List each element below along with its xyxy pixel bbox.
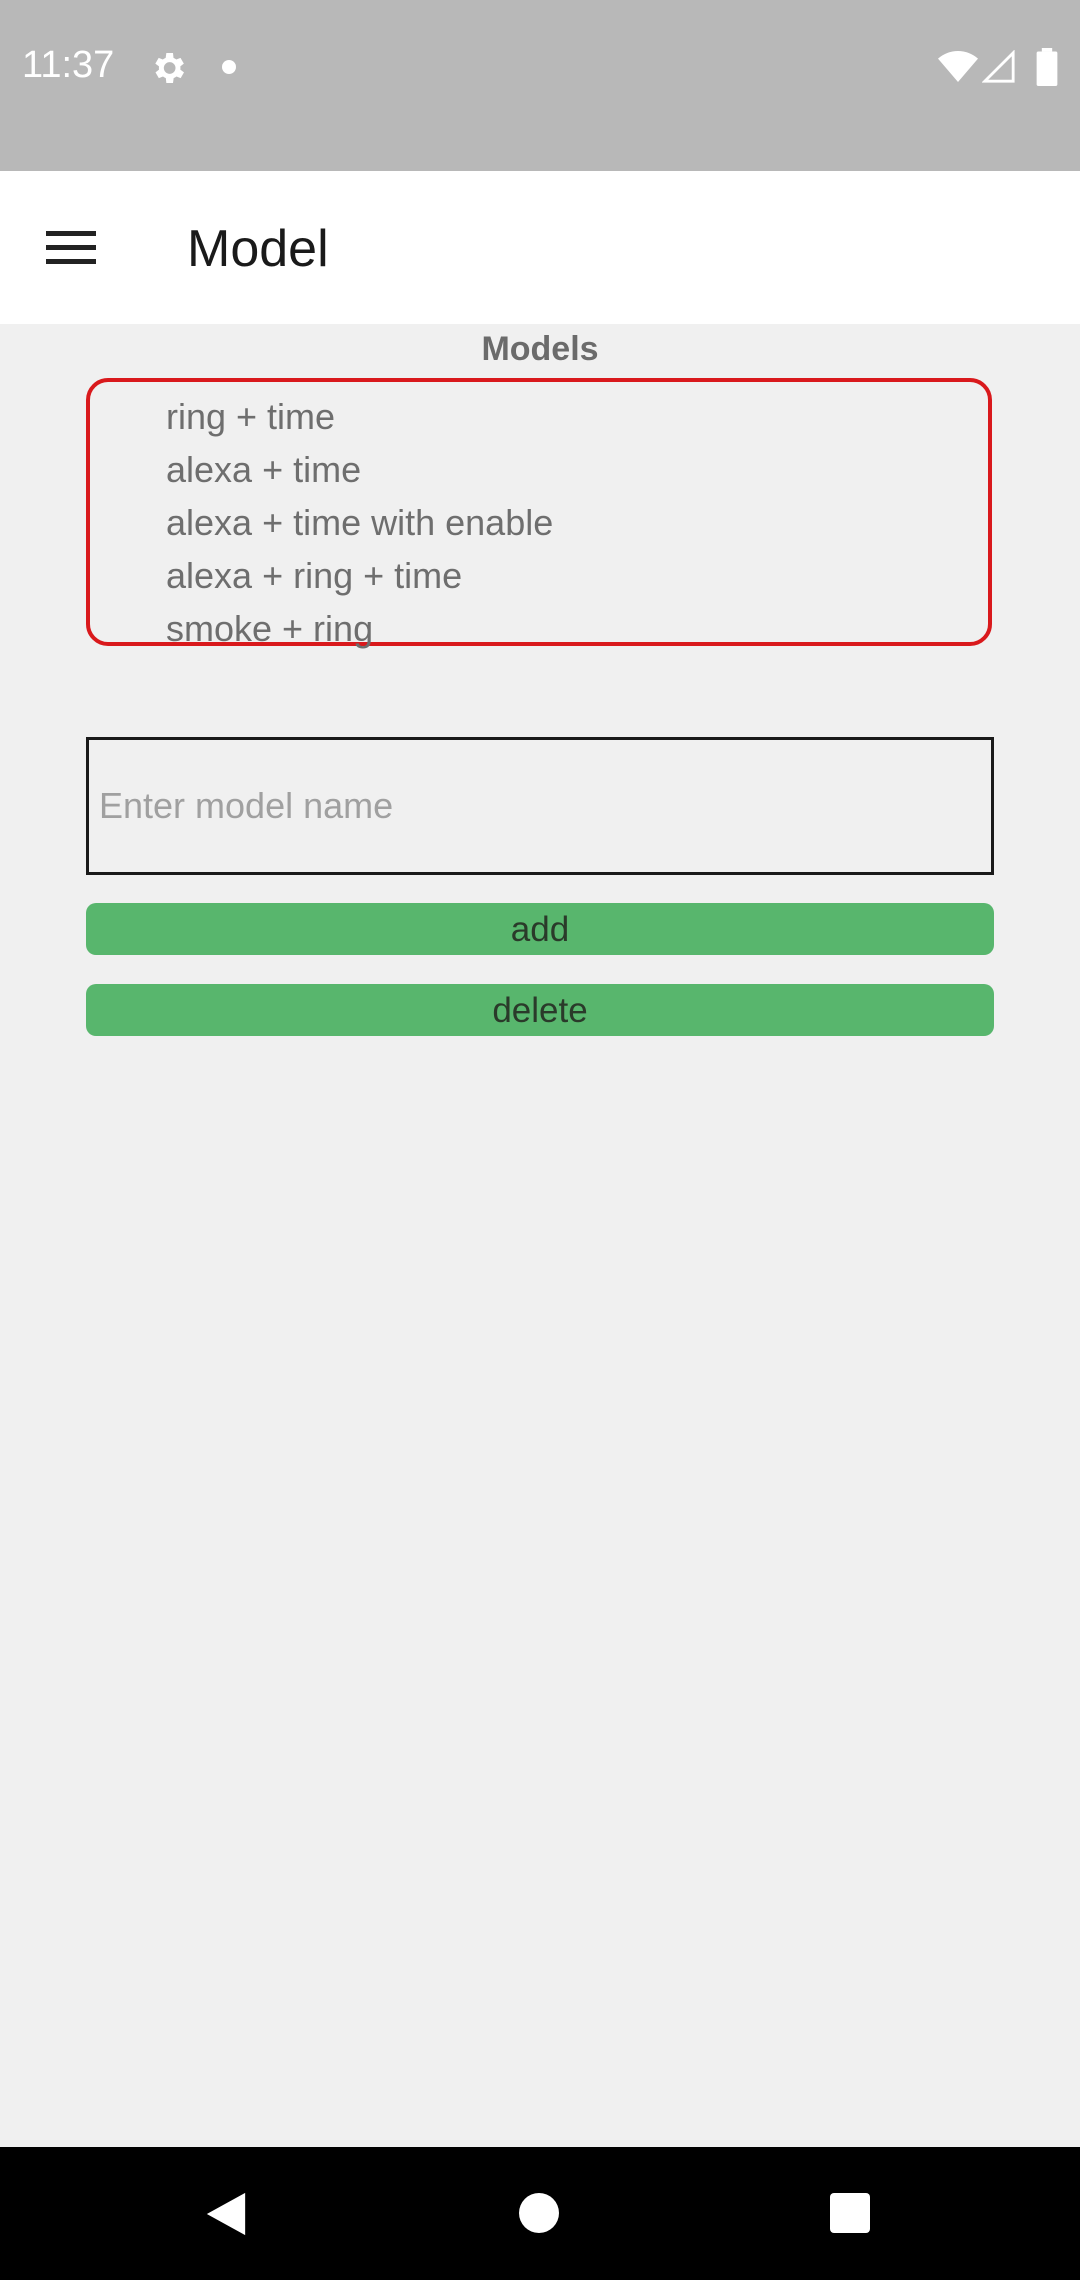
hamburger-menu-icon[interactable]	[30, 211, 112, 283]
models-heading: Models	[481, 330, 599, 368]
status-time: 11:37	[22, 44, 115, 86]
list-item[interactable]: alexa + ring + time	[166, 549, 462, 602]
model-name-input[interactable]	[86, 737, 994, 875]
status-bar: 11:37	[0, 0, 1080, 171]
page-title: Model	[187, 220, 329, 278]
recents-icon[interactable]	[830, 2193, 870, 2233]
list-item[interactable]: alexa + time	[166, 443, 361, 496]
battery-icon	[1036, 48, 1058, 86]
back-icon[interactable]	[203, 2190, 249, 2238]
app-bar: Model	[0, 171, 1080, 324]
list-item[interactable]: ring + time	[166, 390, 335, 443]
gear-icon	[155, 53, 184, 83]
list-item[interactable]: smoke + ring	[166, 602, 373, 655]
models-list[interactable]: ring + time alexa + time alexa + time wi…	[86, 378, 992, 649]
list-item[interactable]: alexa + time with enable	[166, 496, 553, 549]
signal-icon	[982, 50, 1015, 83]
add-button[interactable]: add	[86, 903, 994, 955]
wifi-icon	[938, 51, 978, 82]
navigation-bar	[0, 2147, 1080, 2280]
delete-button[interactable]: delete	[86, 984, 994, 1036]
home-icon[interactable]	[519, 2193, 559, 2233]
notification-dot-icon	[222, 60, 236, 74]
